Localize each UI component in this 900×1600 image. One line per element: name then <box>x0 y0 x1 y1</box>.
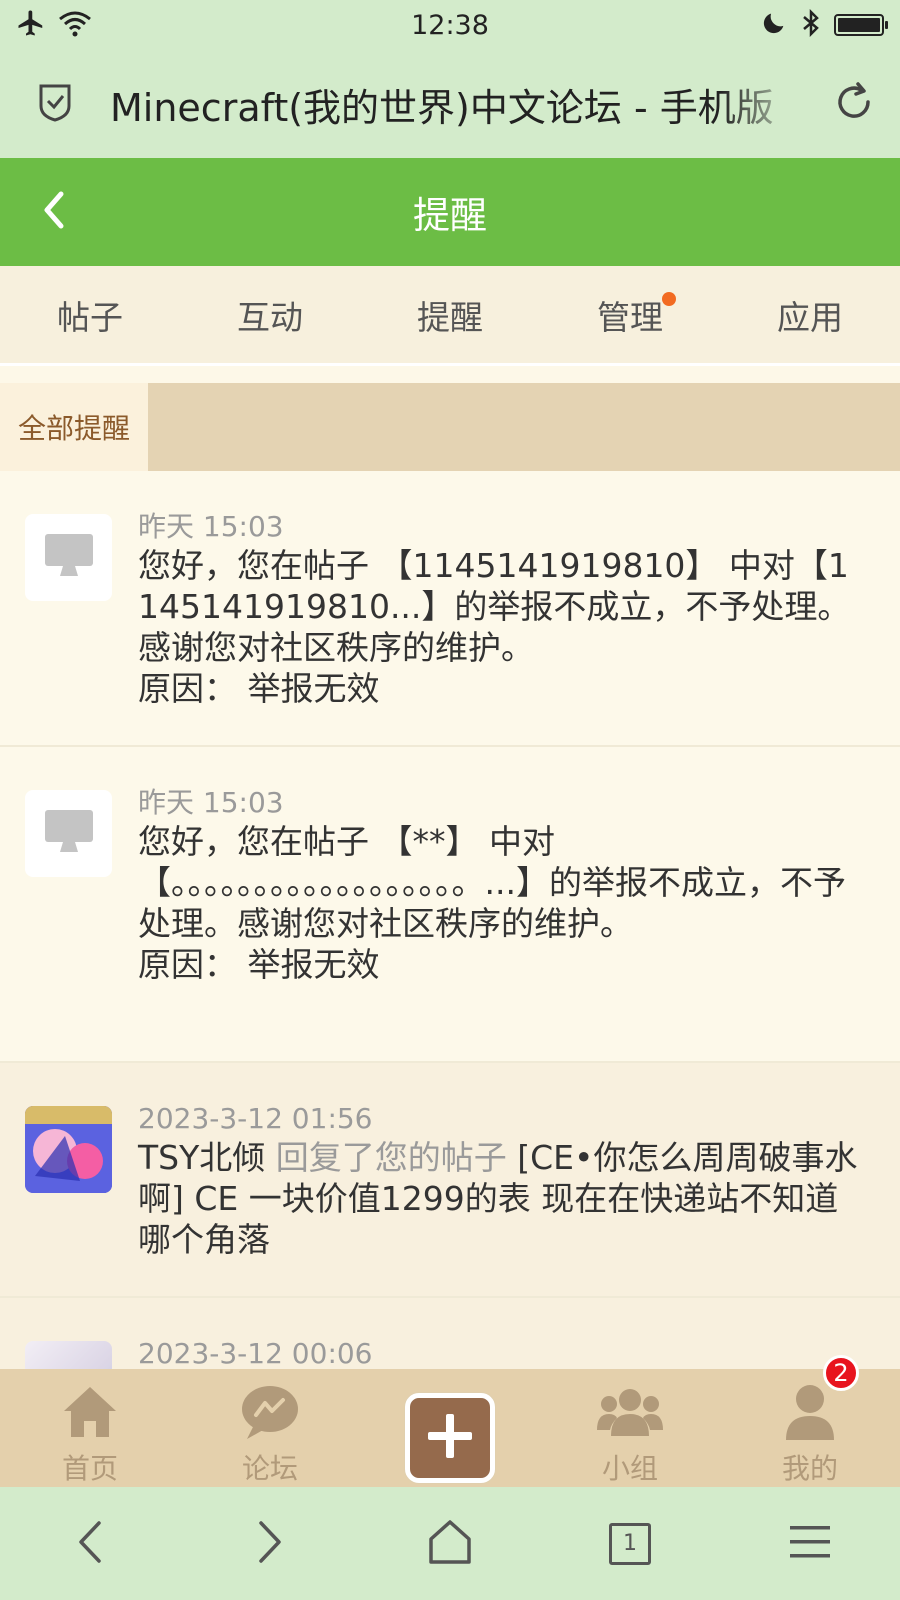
back-button[interactable] <box>24 182 84 242</box>
unread-dot <box>662 292 676 306</box>
tab-label: 帖子 <box>57 297 123 337</box>
moon-icon <box>760 9 788 41</box>
shield-check-icon[interactable] <box>36 82 74 126</box>
nav-label: 我的 <box>781 1452 838 1485</box>
battery-icon <box>834 14 888 36</box>
browser-forward-button[interactable] <box>180 1487 360 1600</box>
tab-bar: 帖子 互动 提醒 管理 应用 <box>0 266 900 366</box>
list-item[interactable]: 昨天 15:03 您好，您在帖子 【1145141919810】 中对【1145… <box>0 471 900 747</box>
bluetooth-icon <box>800 8 822 41</box>
username-link[interactable]: TSY北倾 <box>138 1138 265 1177</box>
home-icon <box>60 1379 120 1445</box>
list-item[interactable]: 昨天 15:03 您好，您在帖子 【**】 中对【。。。。。。。。。。。。。。。… <box>0 747 900 1063</box>
browser-back-button[interactable] <box>0 1487 180 1600</box>
wifi-icon <box>58 9 92 41</box>
notification-time: 昨天 15:03 <box>138 786 284 819</box>
notification-time: 2023-3-12 01:56 <box>138 1102 373 1135</box>
filter-all-reminders[interactable]: 全部提醒 <box>0 383 148 471</box>
new-post-button[interactable] <box>405 1393 495 1483</box>
user-avatar[interactable] <box>25 1341 112 1369</box>
group-icon <box>597 1379 663 1445</box>
nav-groups[interactable]: 小组 <box>540 1369 720 1487</box>
chevron-left-icon <box>39 190 69 234</box>
browser-home-button[interactable] <box>360 1487 540 1600</box>
nav-label: 小组 <box>601 1452 658 1485</box>
home-outline-icon <box>428 1519 472 1569</box>
nav-new-post[interactable] <box>360 1369 540 1487</box>
reload-icon[interactable] <box>832 80 876 128</box>
notification-body: 昨天 15:03 您好，您在帖子 【**】 中对【。。。。。。。。。。。。。。。… <box>138 785 868 985</box>
plus-icon <box>424 1410 476 1466</box>
tab-posts[interactable]: 帖子 <box>0 266 180 363</box>
notification-text: 您好，您在帖子 【1145141919810】 中对【1145141919810… <box>138 546 851 667</box>
system-avatar <box>25 790 112 877</box>
tab-label: 应用 <box>777 297 843 337</box>
tab-interaction[interactable]: 互动 <box>180 266 360 363</box>
browser-toolbar: 1 <box>0 1487 900 1600</box>
forum-icon <box>239 1379 301 1445</box>
browser-tabs-button[interactable]: 1 <box>540 1487 720 1600</box>
notification-body: 2023-3-12 01:56 TSY北倾 回复了您的帖子 [CE•你怎么周周破… <box>138 1101 868 1260</box>
notification-text: 您好，您在帖子 【**】 中对【。。。。。。。。。。。。。。。。。。...】的举… <box>138 822 846 943</box>
notification-time: 2023-3-12 00:06 <box>138 1337 373 1369</box>
notification-reason: 原因： 举报无效 <box>138 945 380 984</box>
tab-count: 1 <box>623 1531 637 1556</box>
notification-body: 昨天 15:03 您好，您在帖子 【1145141919810】 中对【1145… <box>138 509 868 709</box>
notification-time: 昨天 15:03 <box>138 510 284 543</box>
nav-profile[interactable]: 我的 2 <box>720 1355 900 1487</box>
status-left <box>16 8 236 42</box>
notification-body: 2023-3-12 00:06 <box>138 1336 868 1369</box>
profile-icon <box>782 1379 838 1445</box>
monitor-icon <box>43 532 95 584</box>
tabs-icon: 1 <box>609 1522 651 1565</box>
tab-reminders[interactable]: 提醒 <box>360 266 540 363</box>
chevron-left-icon <box>75 1519 105 1569</box>
bottom-nav: 首页 论坛 小组 我的 2 <box>0 1355 900 1487</box>
nav-forum[interactable]: 论坛 <box>180 1369 360 1487</box>
monitor-icon <box>43 808 95 860</box>
tab-label: 互动 <box>237 297 303 337</box>
browser-address-bar: Minecraft(我的世界)中文论坛 - 手机版 <box>0 50 900 158</box>
nav-label: 首页 <box>61 1452 118 1485</box>
notification-reason: 原因： 举报无效 <box>138 669 380 708</box>
airplane-mode-icon <box>16 8 46 42</box>
app-header: 提醒 <box>0 158 900 266</box>
filter-strip: 全部提醒 <box>0 383 900 471</box>
browser-page-title[interactable]: Minecraft(我的世界)中文论坛 - 手机版 <box>110 77 804 132</box>
tab-label: 提醒 <box>417 297 483 337</box>
system-avatar <box>25 514 112 601</box>
page-title: 提醒 <box>413 194 487 237</box>
list-item[interactable]: 2023-3-12 01:56 TSY北倾 回复了您的帖子 [CE•你怎么周周破… <box>0 1063 900 1298</box>
browser-menu-button[interactable] <box>720 1487 900 1600</box>
user-avatar[interactable] <box>25 1106 112 1193</box>
hamburger-menu-icon <box>789 1523 831 1565</box>
nav-home[interactable]: 首页 <box>0 1369 180 1487</box>
action-text: 回复了您的帖子 <box>275 1138 507 1177</box>
tab-apps[interactable]: 应用 <box>720 266 900 363</box>
chevron-right-icon <box>255 1519 285 1569</box>
status-right <box>664 8 888 41</box>
tab-label: 管理 <box>597 297 663 337</box>
list-item[interactable]: 2023-3-12 00:06 <box>0 1298 900 1369</box>
notification-text: TSY北倾 回复了您的帖子 [CE•你怎么周周破事水啊] CE 一块价值1299… <box>138 1137 868 1260</box>
anime-avatar-image <box>25 1106 112 1193</box>
notification-badge: 2 <box>823 1355 859 1391</box>
tab-manage[interactable]: 管理 <box>540 266 720 363</box>
status-time: 12:38 <box>411 9 489 41</box>
status-bar: 12:38 <box>0 0 900 50</box>
nav-label: 论坛 <box>241 1452 298 1485</box>
